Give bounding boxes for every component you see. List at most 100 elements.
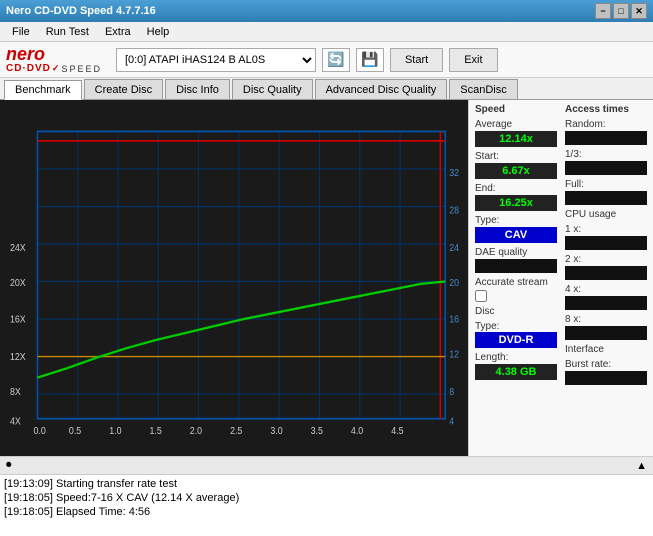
average-value: 12.14x (475, 131, 557, 147)
menu-extra[interactable]: Extra (97, 24, 139, 40)
logo: nero CD·DVD✓SPEED (6, 45, 102, 74)
svg-text:2.5: 2.5 (230, 425, 242, 437)
svg-text:4.5: 4.5 (391, 425, 403, 437)
random-label: Random: (565, 119, 647, 130)
svg-text:32: 32 (449, 167, 459, 179)
svg-text:20: 20 (449, 278, 459, 290)
titlebar-title: Nero CD-DVD Speed 4.7.7.16 (6, 5, 156, 17)
svg-text:4: 4 (449, 416, 454, 428)
cpu-1x-value (565, 236, 647, 250)
close-button[interactable]: ✕ (631, 3, 647, 19)
svg-text:24: 24 (449, 242, 459, 254)
start-value: 6.67x (475, 163, 557, 179)
svg-text:16X: 16X (10, 314, 26, 326)
log-scroll-up[interactable]: ▲ (636, 460, 647, 472)
toolbar: nero CD·DVD✓SPEED [0:0] ATAPI iHAS124 B … (0, 42, 653, 78)
svg-text:0.0: 0.0 (34, 425, 47, 437)
menu-help[interactable]: Help (139, 24, 178, 40)
access-column: Access times Random: 1/3: Full: CPU usag… (565, 104, 647, 452)
tab-advanceddiscquality[interactable]: Advanced Disc Quality (315, 79, 448, 99)
burst-value (565, 371, 647, 385)
chart-area: 4X 8X 12X 16X 20X 24X 4 8 12 16 20 24 28… (0, 100, 468, 456)
onethird-label: 1/3: (565, 149, 647, 160)
end-label: End: (475, 183, 557, 194)
cpu-label: CPU usage (565, 209, 647, 220)
log-area: ⏺ ▲ [19:13:09] Starting transfer rate te… (0, 456, 653, 536)
titlebar-controls: − □ ✕ (595, 3, 647, 19)
log-entry-1: [19:18:05] Speed:7-16 X CAV (12.14 X ave… (4, 491, 649, 505)
speed-column: Speed Average 12.14x Start: 6.67x End: 1… (475, 104, 557, 452)
full-value (565, 191, 647, 205)
log-header-icon: ⏺ (6, 459, 12, 472)
accurate-checkbox[interactable] (475, 290, 487, 302)
type-label: Type: (475, 215, 557, 226)
tab-discquality[interactable]: Disc Quality (232, 79, 313, 99)
cpu-1x-label: 1 x: (565, 224, 647, 235)
logo-nero: nero (6, 45, 102, 63)
svg-text:3.0: 3.0 (270, 425, 283, 437)
length-value: 4.38 GB (475, 364, 557, 380)
disc-type-value: DVD-R (475, 332, 557, 348)
svg-text:8: 8 (449, 387, 454, 399)
tabs: Benchmark Create Disc Disc Info Disc Qua… (0, 78, 653, 100)
tab-benchmark[interactable]: Benchmark (4, 80, 82, 100)
svg-text:0.5: 0.5 (69, 425, 81, 437)
length-label: Length: (475, 352, 557, 363)
svg-text:4X: 4X (10, 416, 21, 428)
cpu-4x-value (565, 296, 647, 310)
menu-runtest[interactable]: Run Test (38, 24, 97, 40)
access-title: Access times (565, 104, 647, 115)
svg-text:28: 28 (449, 205, 459, 217)
end-value: 16.25x (475, 195, 557, 211)
log-entry-2: [19:18:05] Elapsed Time: 4:56 (4, 505, 649, 519)
svg-text:12X: 12X (10, 351, 26, 363)
burst-label: Burst rate: (565, 359, 647, 370)
svg-text:4.0: 4.0 (351, 425, 364, 437)
titlebar: Nero CD-DVD Speed 4.7.7.16 − □ ✕ (0, 0, 653, 22)
tab-createdisc[interactable]: Create Disc (84, 79, 163, 99)
tab-scandisc[interactable]: ScanDisc (449, 79, 517, 99)
minimize-button[interactable]: − (595, 3, 611, 19)
save-icon[interactable]: 💾 (356, 48, 384, 72)
menu-file[interactable]: File (4, 24, 38, 40)
cpu-2x-label: 2 x: (565, 254, 647, 265)
cpu-2x-value (565, 266, 647, 280)
dae-value (475, 259, 557, 273)
log-list[interactable]: [19:13:09] Starting transfer rate test [… (0, 475, 653, 536)
main-content: 4X 8X 12X 16X 20X 24X 4 8 12 16 20 24 28… (0, 100, 653, 456)
cpu-4x-label: 4 x: (565, 284, 647, 295)
disc-section-label: Disc (475, 306, 557, 317)
maximize-button[interactable]: □ (613, 3, 629, 19)
svg-text:12: 12 (449, 349, 459, 361)
start-label: Start: (475, 151, 557, 162)
svg-text:3.5: 3.5 (311, 425, 323, 437)
svg-text:2.0: 2.0 (190, 425, 203, 437)
onethird-value (565, 161, 647, 175)
interface-label: Interface (565, 344, 647, 355)
disc-type-label: Type: (475, 321, 557, 332)
svg-text:1.0: 1.0 (109, 425, 122, 437)
svg-text:1.5: 1.5 (149, 425, 161, 437)
right-panel: Speed Average 12.14x Start: 6.67x End: 1… (468, 100, 653, 456)
exit-button[interactable]: Exit (449, 48, 497, 72)
tab-discinfo[interactable]: Disc Info (165, 79, 230, 99)
accurate-checkbox-row (475, 290, 557, 302)
type-value: CAV (475, 227, 557, 243)
random-value (565, 131, 647, 145)
svg-text:16: 16 (449, 314, 459, 326)
drive-select[interactable]: [0:0] ATAPI iHAS124 B AL0S (116, 48, 316, 72)
average-label: Average (475, 119, 557, 130)
log-header: ⏺ ▲ (0, 457, 653, 475)
speed-title: Speed (475, 104, 557, 115)
menubar: File Run Test Extra Help (0, 22, 653, 42)
refresh-icon[interactable]: 🔄 (322, 48, 350, 72)
svg-text:24X: 24X (10, 242, 26, 254)
svg-text:8X: 8X (10, 387, 21, 399)
dae-label: DAE quality (475, 247, 557, 258)
svg-text:20X: 20X (10, 278, 26, 290)
logo-sub: CD·DVD✓SPEED (6, 63, 102, 74)
start-button[interactable]: Start (390, 48, 443, 72)
cpu-8x-value (565, 326, 647, 340)
chart-svg: 4X 8X 12X 16X 20X 24X 4 8 12 16 20 24 28… (8, 108, 460, 448)
cpu-8x-label: 8 x: (565, 314, 647, 325)
